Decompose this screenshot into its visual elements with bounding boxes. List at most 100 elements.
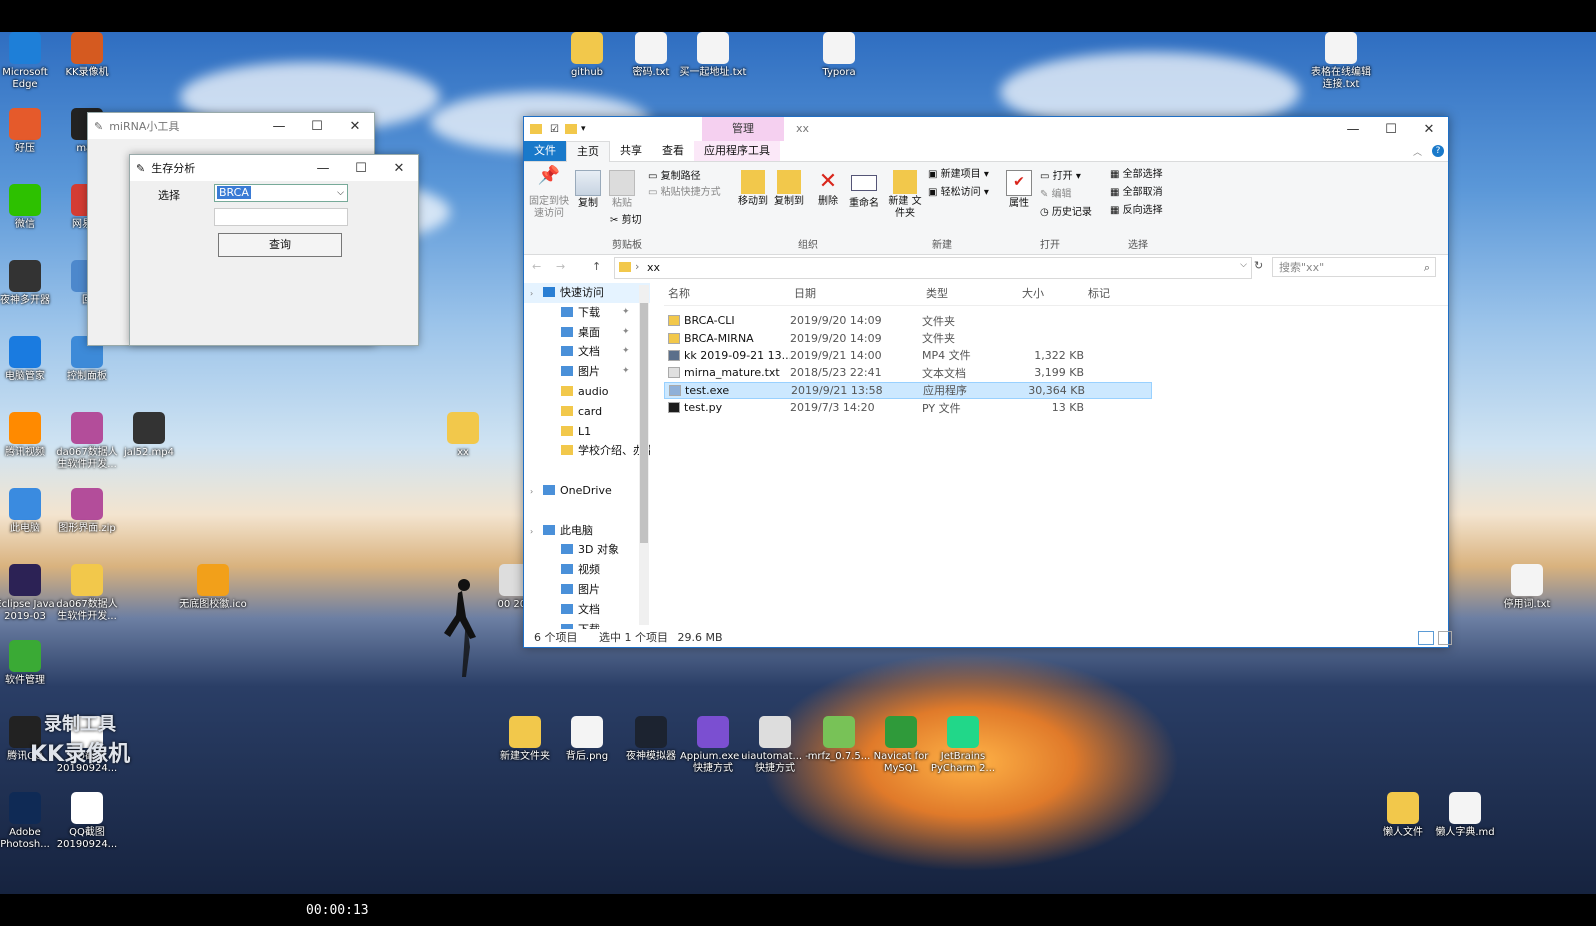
close-icon[interactable]: ✕ [1410,122,1448,137]
maximize-icon[interactable]: ☐ [1372,122,1410,137]
search-input[interactable]: 搜索"xx" ⌕ [1272,257,1436,277]
desktop-icon[interactable]: 背后.png [552,716,622,763]
invert-selection-button[interactable]: ▦ 反向选择 [1110,204,1163,218]
desktop-icon[interactable]: 腾讯视频 [0,412,60,459]
cancer-select[interactable]: BRCA ⌵ [214,184,348,202]
expand-chevron-icon[interactable]: › [530,284,540,304]
paste-button[interactable]: 粘贴 [608,170,636,210]
paste-shortcut-button[interactable]: ▭ 粘贴快捷方式 [648,186,721,200]
delete-button[interactable]: ✕ 删除 [814,170,842,208]
desktop-icon[interactable]: Typora [804,32,874,79]
edit-button[interactable]: ✎ 编辑 [1040,188,1072,202]
desktop-icon[interactable]: 微信 [0,184,60,231]
tab-file[interactable]: 文件 [524,141,566,161]
desktop-icon[interactable]: 密码.txt [616,32,686,79]
minimize-icon[interactable]: — [1334,122,1372,137]
column-name[interactable]: 名称 [664,283,794,305]
nav-item[interactable]: 学校介绍、办学 [524,441,650,461]
desktop-icon[interactable]: 买一起地址.txt [678,32,748,79]
desktop-icon[interactable]: da067数据人 生软件开发... [52,564,122,623]
select-none-button[interactable]: ▦ 全部取消 [1110,186,1163,200]
minimize-icon[interactable]: — [304,161,342,176]
ribbon-collapse-icon[interactable]: ︿ [1413,145,1422,158]
file-row[interactable]: kk 2019-09-21 13... 2019/9/21 14:00 MP4 文件… [664,347,1448,364]
nav-item[interactable]: 文档 ✦ [524,342,650,362]
rename-button[interactable]: 重命名 [846,170,882,210]
file-row[interactable]: test.py 2019/7/3 14:20 PY 文件 13 KB [664,399,1448,416]
desktop-icon[interactable]: Microsoft Edge [0,32,60,91]
new-folder-icon[interactable] [564,124,577,134]
details-view-icon[interactable] [1418,631,1434,645]
desktop-icon[interactable]: 懒人字典.md [1430,792,1500,839]
copy-to-button[interactable]: 复制到 [772,170,806,208]
minimize-icon[interactable]: — [260,119,298,134]
desktop-icon[interactable]: 好压 [0,108,60,155]
desktop-icon[interactable]: 无底图校徽.ico [178,564,248,611]
expand-chevron-icon[interactable]: › [530,522,540,542]
nav-item[interactable]: 图片 ✦ [524,362,650,382]
nav-item[interactable]: 桌面 ✦ [524,323,650,343]
large-icons-view-icon[interactable] [1438,631,1452,645]
chevron-down-icon[interactable]: ⌵ [337,185,344,201]
column-date[interactable]: 日期 [794,283,926,305]
qat-dropdown-icon[interactable]: ▾ [581,124,586,134]
refresh-icon[interactable]: ↻ [1254,259,1263,272]
back-icon[interactable]: ← [532,260,541,273]
nav-item[interactable]: 视频 [524,560,650,580]
cut-button[interactable]: ✂ 剪切 [610,214,642,228]
desktop-icon[interactable]: 停用词.txt [1492,564,1562,611]
copy-path-button[interactable]: ▭ 复制路径 [648,170,701,184]
nav-item[interactable]: audio [524,382,650,402]
desktop-icon[interactable]: 夜神模拟器 [616,716,686,763]
mirna-titlebar[interactable]: ✎ miRNA小工具 — ☐ ✕ [88,113,374,139]
desktop-icon[interactable]: mrfz_0.7.5... [804,716,874,763]
tab-share[interactable]: 共享 [610,141,652,161]
expand-chevron-icon[interactable]: › [530,482,540,502]
desktop-icon[interactable]: Navicat for MySQL [866,716,936,775]
desktop-icon[interactable]: jal52.mp4 [114,412,184,459]
explorer-titlebar[interactable]: ☑ ▾ 管理 xx — ☐ ✕ [524,117,1448,141]
maximize-icon[interactable]: ☐ [342,161,380,176]
desktop-icon[interactable]: Eclipse Java 2019-03 [0,564,60,623]
maximize-icon[interactable]: ☐ [298,119,336,134]
column-size[interactable]: 大小 [1022,283,1088,305]
desktop-icon[interactable]: 图形界面.zip [52,488,122,535]
file-row[interactable]: test.exe 2019/9/21 13:58 应用程序 30,364 KB [664,381,1152,399]
desktop-icon[interactable]: 懒人文件 [1368,792,1438,839]
forward-icon[interactable]: → [556,260,565,273]
tab-home[interactable]: 主页 [566,140,610,162]
nav-item[interactable]: card [524,402,650,422]
new-folder-button[interactable]: 新建 文件夹 [888,170,922,220]
desktop-icon[interactable]: 此电脑 [0,488,60,535]
analysis-window[interactable]: ✎ 生存分析 — ☐ ✕ 选择 BRCA ⌵ 查询 [129,154,419,346]
file-row[interactable]: BRCA-CLI 2019/9/20 14:09 文件夹 [664,312,1448,329]
manage-context-tab[interactable]: 管理 [702,117,784,141]
desktop-icon[interactable]: github [552,32,622,79]
properties-icon[interactable]: ☑ [550,124,559,135]
address-bar[interactable]: › xx ⌵ [614,257,1252,279]
properties-button[interactable]: ✔ 属性 [1004,170,1034,210]
nav-item[interactable]: › 此电脑 [524,521,650,541]
pin-quick-access-button[interactable]: 📌 固定到快 速访问 [528,167,570,220]
desktop-icon[interactable]: 表格在线编辑 连接.txt [1306,32,1376,91]
desktop-icon[interactable]: xx [428,412,498,459]
file-row[interactable]: BRCA-MIRNA 2019/9/20 14:09 文件夹 [664,329,1448,346]
desktop-icon[interactable]: 夜神多开器 [0,260,60,307]
nav-item[interactable]: 3D 对象 [524,540,650,560]
nav-item[interactable]: 下载 ✦ [524,303,650,323]
tab-app-tools[interactable]: 应用程序工具 [694,141,780,161]
file-row[interactable]: mirna_mature.txt 2018/5/23 22:41 文本文档 3,199… [664,364,1448,381]
column-type[interactable]: 类型 [926,283,1022,305]
nav-item[interactable]: L1 [524,422,650,442]
desktop-icon[interactable]: uiautomat... - 快捷方式 [740,716,810,775]
query-button[interactable]: 查询 [218,233,342,257]
nav-item[interactable]: › OneDrive [524,481,650,501]
tab-view[interactable]: 查看 [652,141,694,161]
desktop-icon[interactable]: QQ截图 20190924... [52,792,122,851]
nav-scrollbar[interactable] [639,285,649,625]
column-tags[interactable]: 标记 [1088,283,1154,305]
address-dropdown-icon[interactable]: ⌵ [1240,260,1247,270]
close-icon[interactable]: ✕ [380,161,418,176]
open-button[interactable]: ▭ 打开 ▾ [1040,170,1081,184]
help-icon[interactable]: ? [1432,145,1444,157]
